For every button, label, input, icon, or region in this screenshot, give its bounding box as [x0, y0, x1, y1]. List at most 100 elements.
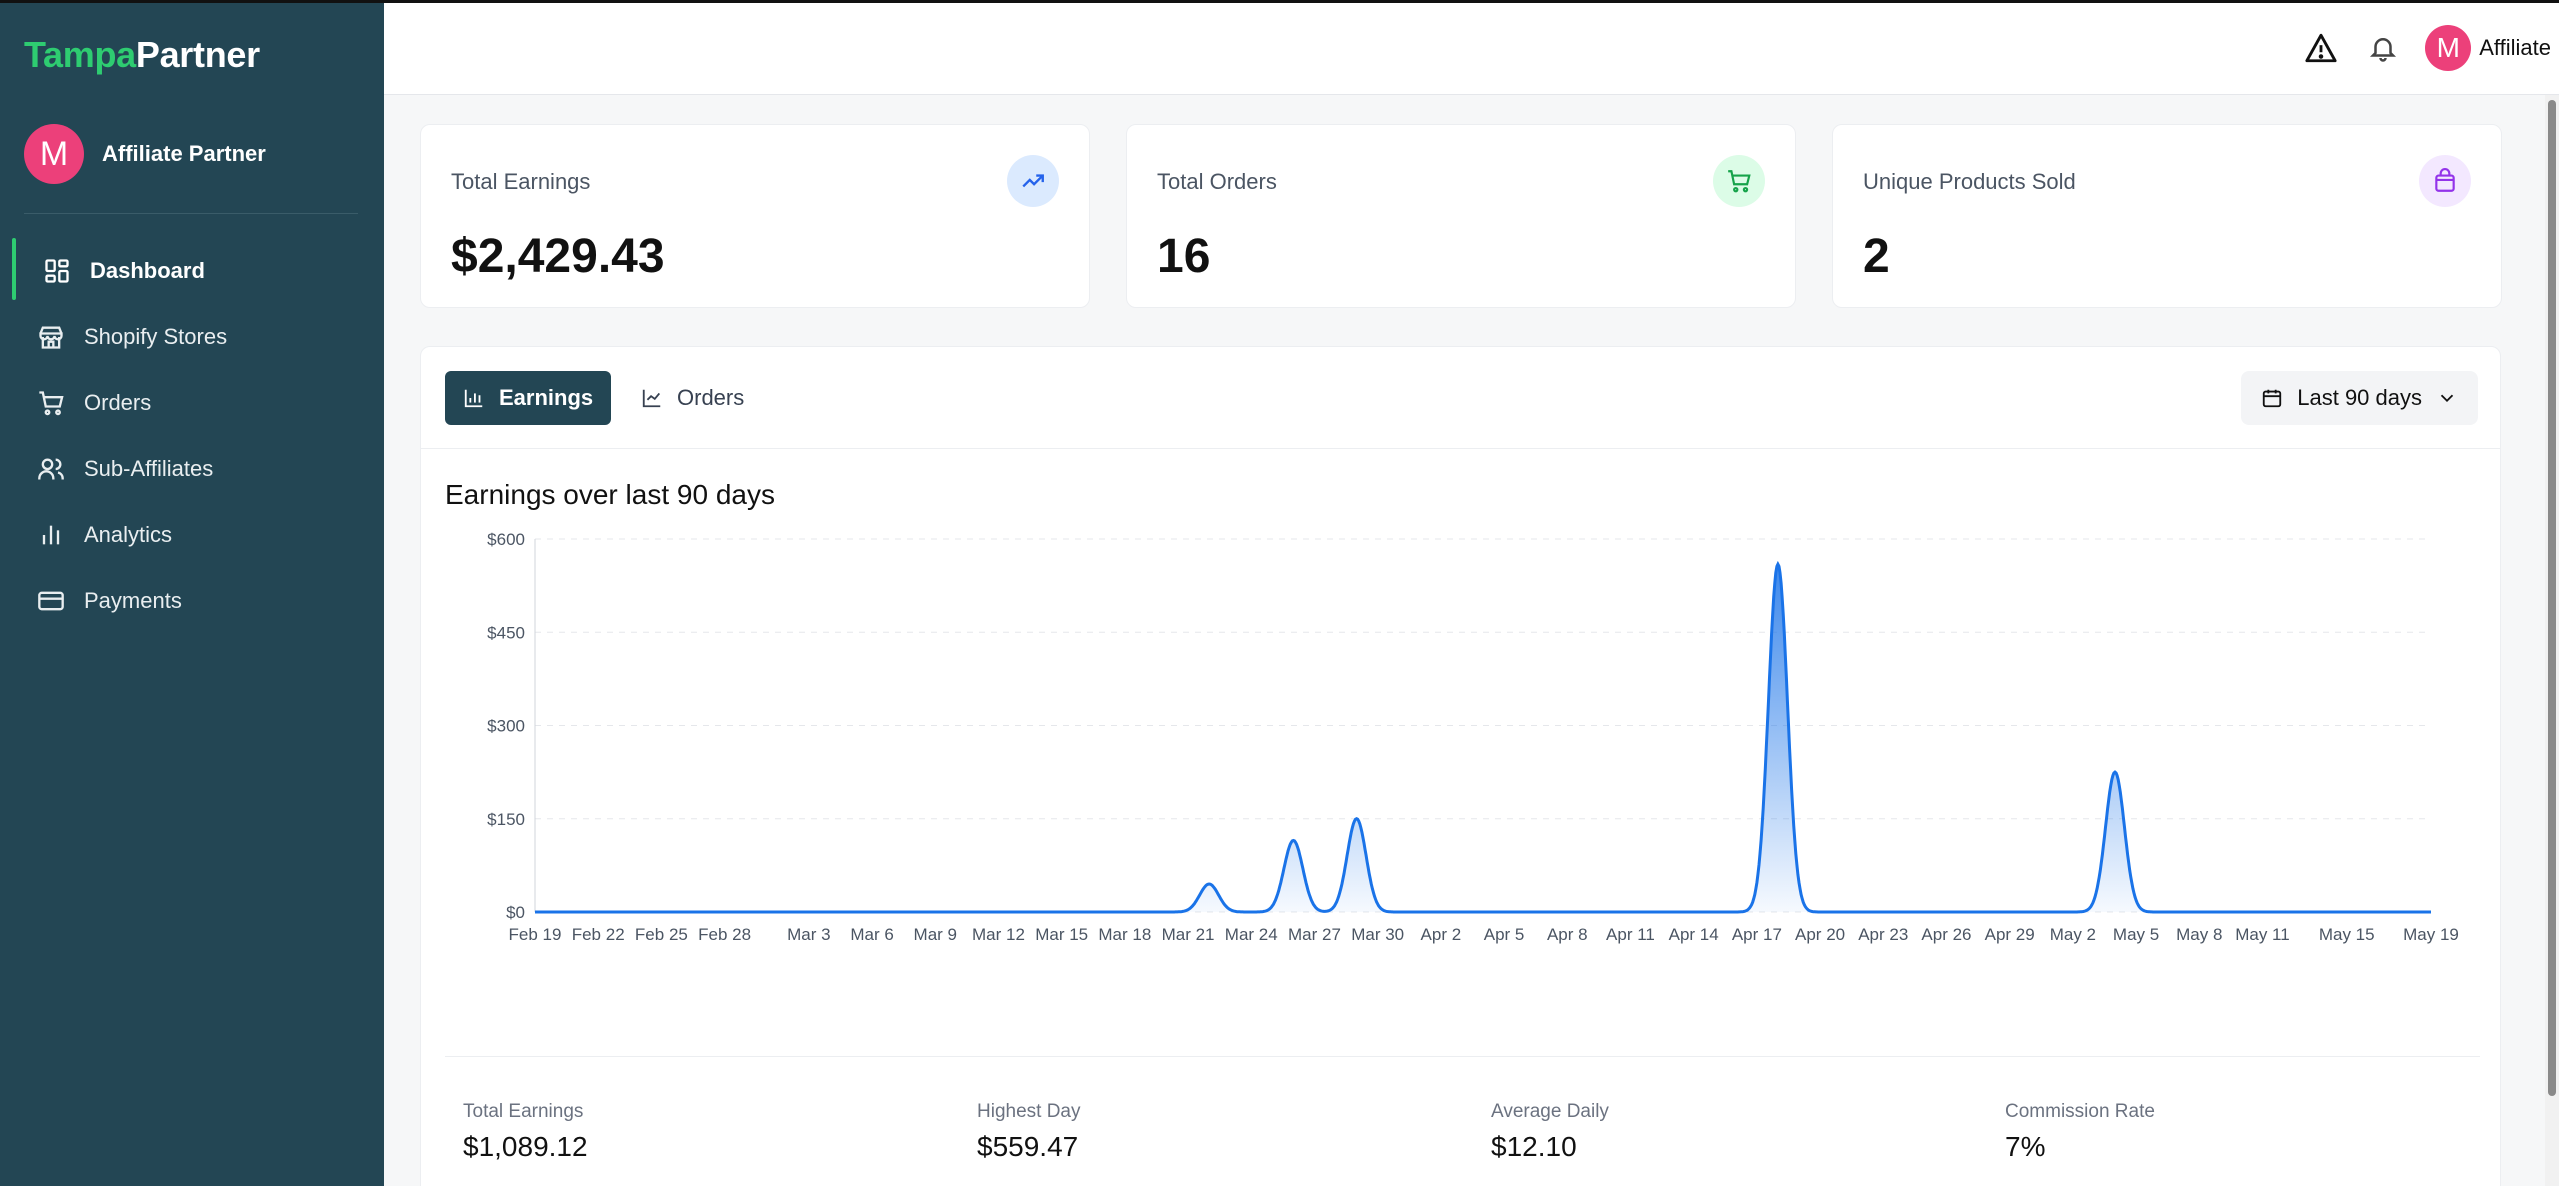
- y-tick-label: $0: [506, 903, 525, 922]
- avatar: M: [24, 124, 84, 184]
- tab-label: Orders: [677, 385, 745, 410]
- sidebar-item-label: Payments: [84, 588, 182, 613]
- cart-icon: [1713, 155, 1765, 207]
- earnings-area: [535, 564, 2431, 912]
- x-tick-label: May 2: [2050, 925, 2096, 944]
- x-tick-label: Feb 19: [509, 925, 562, 944]
- line-chart-icon: [642, 389, 661, 408]
- credit-card-icon: [36, 586, 66, 616]
- sidebar-nav: Dashboard Shopify Stores Orders Sub-Affi…: [0, 238, 384, 634]
- stat-value: 16: [1157, 230, 1211, 283]
- y-tick-label: $150: [487, 810, 525, 829]
- x-tick-label: Apr 2: [1421, 925, 1462, 944]
- bar-chart-icon: [36, 520, 66, 550]
- tab-orders[interactable]: Orders: [623, 371, 762, 425]
- calendar-icon: [2263, 389, 2282, 408]
- chevron-down-icon: [2440, 394, 2454, 403]
- sidebar-item-analytics[interactable]: Analytics: [0, 502, 384, 568]
- trending-up-icon: [1007, 155, 1059, 207]
- profile-name: Affiliate Partner: [102, 141, 266, 166]
- sidebar-item-label: Sub-Affiliates: [84, 456, 214, 481]
- x-tick-label: Apr 5: [1484, 925, 1525, 944]
- sidebar-item-dashboard[interactable]: Dashboard: [0, 238, 384, 304]
- summary-value: $559.47: [977, 1131, 1079, 1162]
- summary-commission-rate: Commission Rate 7%: [2005, 1101, 2155, 1163]
- summary-label: Total Earnings: [463, 1101, 584, 1122]
- date-range-label: Last 90 days: [2297, 385, 2422, 410]
- sidebar-item-sub-affiliates[interactable]: Sub-Affiliates: [0, 436, 384, 502]
- x-tick-label: May 15: [2319, 925, 2375, 944]
- earnings-line: [535, 560, 2431, 914]
- stat-value: 2: [1863, 230, 1890, 283]
- chart-tabs: Earnings Orders Last 90 days: [421, 347, 2500, 449]
- stat-value: $2,429.43: [451, 230, 665, 283]
- sidebar-item-payments[interactable]: Payments: [0, 568, 384, 634]
- x-tick-label: Apr 14: [1669, 925, 1719, 944]
- summary-value: 7%: [2005, 1131, 2046, 1162]
- summary-label: Commission Rate: [2005, 1101, 2155, 1122]
- package-icon: [2419, 155, 2471, 207]
- stat-card-total-orders: Total Orders 16: [1126, 124, 1796, 308]
- summary-label: Average Daily: [1491, 1101, 1609, 1122]
- user-avatar[interactable]: M: [2425, 25, 2472, 71]
- x-tick-label: Apr 20: [1795, 925, 1845, 944]
- x-tick-label: Mar 21: [1162, 925, 1215, 944]
- cart-icon: [36, 388, 66, 418]
- sidebar-item-label: Dashboard: [90, 258, 205, 283]
- window-top-border: [0, 0, 2559, 3]
- x-tick-label: Feb 25: [635, 925, 688, 944]
- x-tick-label: Mar 27: [1288, 925, 1341, 944]
- x-tick-label: Apr 11: [1606, 925, 1655, 944]
- summary-value: $1,089.12: [463, 1131, 588, 1162]
- x-tick-label: Feb 28: [698, 925, 751, 944]
- summary-highest-day: Highest Day $559.47: [977, 1101, 1081, 1163]
- x-tick-label: Apr 26: [1921, 925, 1971, 944]
- x-tick-label: May 5: [2113, 925, 2159, 944]
- user-name[interactable]: Affiliate: [2479, 35, 2551, 61]
- x-tick-label: May 11: [2235, 925, 2290, 944]
- x-tick-label: Mar 3: [787, 925, 830, 944]
- sidebar-item-orders[interactable]: Orders: [0, 370, 384, 436]
- x-tick-label: Mar 30: [1351, 925, 1404, 944]
- x-tick-label: Mar 12: [972, 925, 1025, 944]
- x-tick-label: Feb 22: [572, 925, 625, 944]
- summary-divider: [445, 1056, 2480, 1057]
- sidebar-item-label: Orders: [84, 390, 152, 415]
- stat-label: Total Earnings: [451, 169, 591, 194]
- tab-earnings[interactable]: Earnings: [445, 371, 612, 425]
- summary-total-earnings: Total Earnings $1,089.12: [463, 1101, 588, 1163]
- stat-label: Total Orders: [1157, 169, 1277, 194]
- x-tick-label: Mar 15: [1035, 925, 1088, 944]
- top-header: M Affiliate: [384, 3, 2559, 95]
- summary-label: Highest Day: [977, 1101, 1081, 1122]
- y-tick-label: $450: [487, 623, 525, 642]
- stat-card-unique-products: Unique Products Sold 2: [1832, 124, 2502, 308]
- warning-icon[interactable]: [2301, 28, 2341, 68]
- y-tick-label: $300: [487, 717, 525, 736]
- x-tick-label: Apr 29: [1985, 925, 2035, 944]
- bar-chart-icon: [464, 389, 483, 408]
- x-tick-label: Mar 18: [1098, 925, 1151, 944]
- earnings-panel: Earnings Orders Last 90 days Earnings ov…: [420, 346, 2501, 1186]
- users-icon: [36, 454, 66, 484]
- header-actions: M Affiliate: [2301, 25, 2551, 71]
- date-range-select[interactable]: Last 90 days: [2241, 371, 2478, 425]
- sidebar-item-shopify-stores[interactable]: Shopify Stores: [0, 304, 384, 370]
- x-tick-label: Mar 9: [914, 925, 957, 944]
- y-tick-label: $600: [487, 530, 525, 549]
- summary-value: $12.10: [1491, 1131, 1577, 1162]
- sidebar: TampaPartner M Affiliate Partner Dashboa…: [0, 0, 384, 1186]
- brand-logo[interactable]: TampaPartner: [24, 34, 260, 76]
- x-tick-label: Apr 17: [1732, 925, 1782, 944]
- sidebar-item-label: Shopify Stores: [84, 324, 228, 349]
- x-tick-label: May 8: [2176, 925, 2222, 944]
- dashboard-icon: [42, 256, 72, 286]
- chart-title: Earnings over last 90 days: [445, 479, 775, 510]
- tab-label: Earnings: [499, 385, 594, 410]
- sidebar-item-label: Analytics: [84, 522, 173, 547]
- sidebar-profile: M Affiliate Partner: [24, 124, 266, 184]
- bell-icon[interactable]: [2363, 28, 2403, 68]
- sidebar-divider: [24, 213, 358, 214]
- summary-average-daily: Average Daily $12.10: [1491, 1101, 1609, 1163]
- scrollbar-thumb[interactable]: [2548, 100, 2556, 1096]
